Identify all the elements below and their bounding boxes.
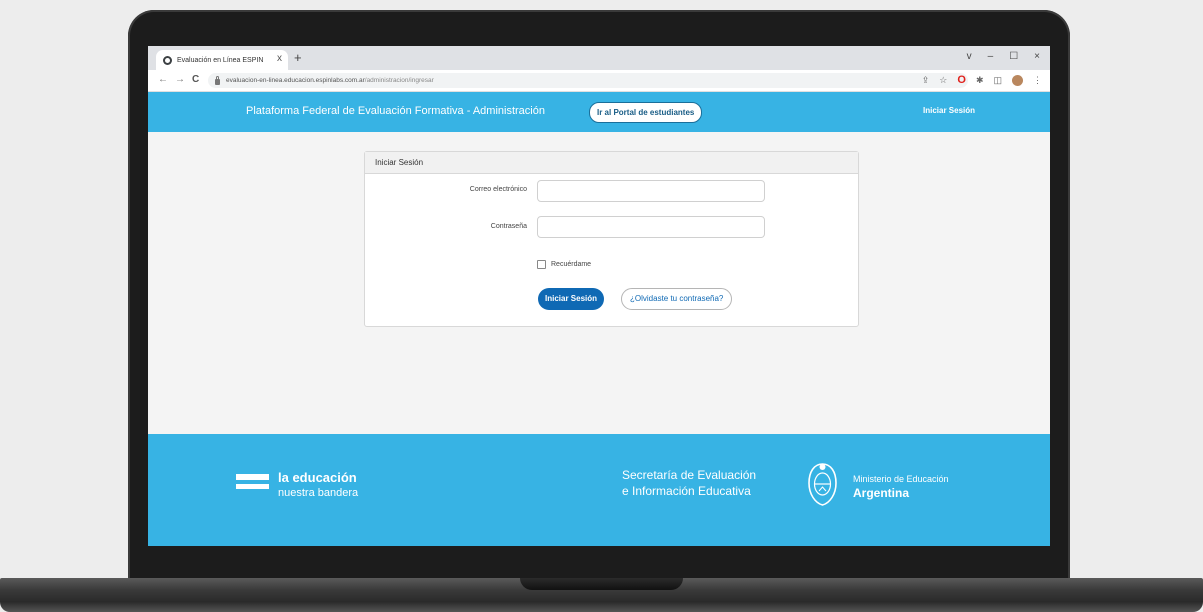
close-tab-icon[interactable]: x <box>277 53 282 64</box>
address-bar: ← → C evaluacion-en-linea.educacion.espi… <box>148 70 1050 92</box>
tab-bar: Evaluación en Línea ESPIN x + v – ☐ × <box>148 46 1050 70</box>
profile-avatar-icon[interactable] <box>1012 74 1023 86</box>
forgot-password-button[interactable]: ¿Olvidaste tu contraseña? <box>621 288 733 310</box>
site-header: Plataforma Federal de Evaluación Formati… <box>148 92 1050 132</box>
tab-search-icon[interactable]: v <box>967 51 972 62</box>
remember-me-checkbox[interactable] <box>537 260 546 269</box>
email-field[interactable] <box>537 180 765 202</box>
maximize-icon[interactable]: ☐ <box>1009 51 1018 62</box>
url-path: /administracion/ingresar <box>364 77 434 84</box>
login-card: Iniciar Sesión Correo electrónico Contra… <box>364 151 859 327</box>
secretaria-line-2: e Información Educativa <box>622 484 751 498</box>
browser-window: Evaluación en Línea ESPIN x + v – ☐ × ← … <box>148 46 1050 546</box>
back-arrow-icon[interactable]: ← <box>158 74 168 85</box>
login-submit-button[interactable]: Iniciar Sesión <box>538 288 605 310</box>
window-controls: v – ☐ × <box>967 51 1040 62</box>
email-label: Correo electrónico <box>469 186 527 193</box>
laptop-notch <box>520 578 683 590</box>
flag-logo-icon <box>236 474 269 493</box>
minimize-icon[interactable]: – <box>988 51 994 62</box>
tab-title: Evaluación en Línea ESPIN <box>177 56 264 64</box>
ministerio-line-2: Argentina <box>853 486 910 500</box>
lock-icon[interactable] <box>215 75 220 85</box>
login-card-title: Iniciar Sesión <box>365 152 858 174</box>
brand-line-2: nuestra bandera <box>278 487 359 499</box>
site-footer: la educación nuestra bandera Secretaría … <box>148 434 1050 546</box>
password-field[interactable] <box>537 216 765 238</box>
secretaria-line-1: Secretaría de Evaluación <box>622 468 757 482</box>
extensions-puzzle-icon[interactable]: ✱ <box>976 75 984 86</box>
ministerio-line-1: Ministerio de Educación <box>853 474 949 484</box>
close-window-icon[interactable]: × <box>1034 51 1040 62</box>
student-portal-button[interactable]: Ir al Portal de estudiantes <box>589 102 703 123</box>
kebab-menu-icon[interactable]: ⋮ <box>1033 75 1042 86</box>
bookmark-star-icon[interactable]: ☆ <box>939 75 947 86</box>
brand-line-1: la educación <box>278 470 357 485</box>
password-label: Contraseña <box>490 223 527 230</box>
url-input[interactable]: evaluacion-en-linea.educacion.espinlabs.… <box>208 73 968 88</box>
url-host: evaluacion-en-linea.educacion.espinlabs.… <box>226 77 365 84</box>
remember-me[interactable]: Recuérdame <box>537 260 591 269</box>
opera-extension-icon[interactable]: O <box>957 74 966 86</box>
browser-tab[interactable]: Evaluación en Línea ESPIN x <box>156 50 288 70</box>
browser-toolbar: ⇪ ☆ O ✱ ◫ ⋮ <box>922 74 1042 86</box>
sidebar-icon[interactable]: ◫ <box>993 75 1002 86</box>
globe-icon <box>163 55 172 65</box>
header-login-link[interactable]: Iniciar Sesión <box>923 106 975 115</box>
national-coat-of-arms-icon <box>808 463 837 506</box>
new-tab-button[interactable]: + <box>294 50 302 65</box>
forward-arrow-icon[interactable]: → <box>175 74 185 85</box>
reload-icon[interactable]: C <box>192 74 199 85</box>
share-icon[interactable]: ⇪ <box>922 75 930 86</box>
remember-me-label: Recuérdame <box>551 261 592 268</box>
page-title: Plataforma Federal de Evaluación Formati… <box>246 105 545 117</box>
